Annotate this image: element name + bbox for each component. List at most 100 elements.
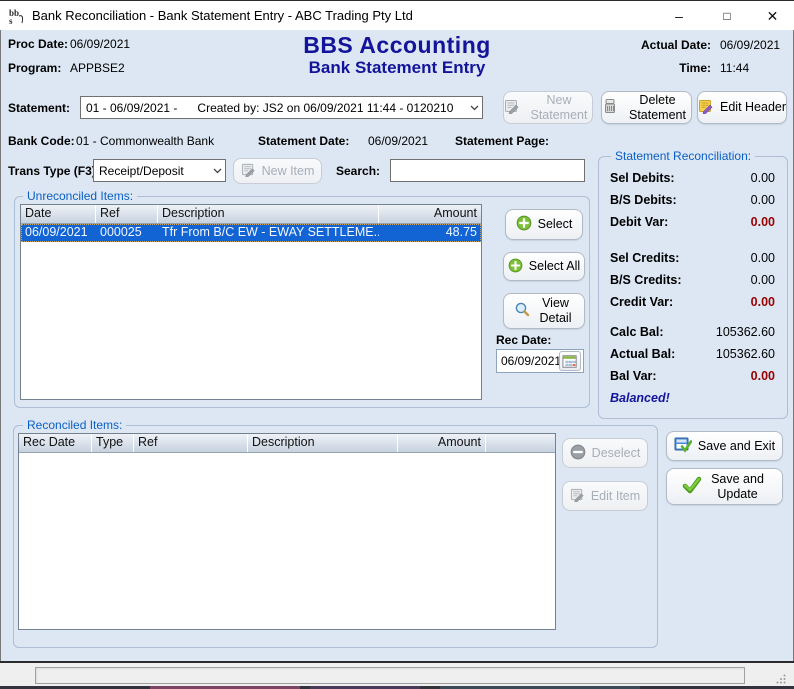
sel-debits-value: 0.00 <box>751 171 775 185</box>
statement-dropdown-value: 01 - 06/09/2021 - Created by: JS2 on 06/… <box>81 101 466 115</box>
time-label: Time: <box>641 61 711 75</box>
rec-date-input[interactable] <box>497 354 559 368</box>
bs-debits-label: B/S Debits: <box>610 193 677 207</box>
edit-icon <box>698 98 714 117</box>
bs-credits-value: 0.00 <box>751 273 775 287</box>
cell-description: Tfr From B/C EW - EWAY SETTLEME... <box>158 224 379 242</box>
plus-circle-icon <box>508 258 523 276</box>
unreconciled-items-grid: Date Ref Description Amount 06/09/2021 0… <box>20 204 482 400</box>
statement-reconciliation-group: Statement Reconciliation: Sel Debits:0.0… <box>598 156 788 419</box>
minimize-button[interactable]: – <box>655 1 703 31</box>
search-label: Search: <box>336 164 380 178</box>
column-header-ref[interactable]: Ref <box>134 434 248 452</box>
bbs-app-icon: bb s <box>8 7 26 25</box>
save-and-exit-button[interactable]: Save and Exit <box>666 431 783 461</box>
column-header-type[interactable]: Type <box>92 434 134 452</box>
status-message-panel <box>35 667 745 684</box>
sel-credits-value: 0.00 <box>751 251 775 265</box>
save-and-update-label: Save and Update <box>708 472 768 502</box>
delete-statement-label: Delete Statement <box>624 93 691 123</box>
chevron-down-icon <box>466 105 482 111</box>
statement-date-value: 06/09/2021 <box>368 134 428 148</box>
debit-var-value: 0.00 <box>751 215 775 229</box>
new-statement-button[interactable]: New Statement <box>503 91 593 124</box>
statement-reconciliation-title: Statement Reconciliation: <box>611 149 755 163</box>
edit-item-button[interactable]: Edit Item <box>562 481 648 511</box>
proc-date-label: Proc Date: <box>8 37 68 51</box>
reconciled-items-grid: Rec Date Type Ref Description Amount <box>18 433 556 630</box>
unreconciled-grid-header: Date Ref Description Amount <box>21 205 481 224</box>
date-time-block: Actual Date: 06/09/2021 Time: 11:44 <box>641 38 785 75</box>
rec-date-label: Rec Date: <box>496 333 551 347</box>
column-header-date[interactable]: Date <box>21 205 96 223</box>
bank-code-value: 01 - Commonwealth Bank <box>76 134 214 148</box>
reconciled-grid-header: Rec Date Type Ref Description Amount <box>19 434 555 453</box>
actual-bal-value: 105362.60 <box>716 347 775 361</box>
title-bar[interactable]: bb s Bank Reconciliation - Bank Statemen… <box>0 0 794 30</box>
reconciled-items-title: Reconciled Items: <box>23 418 126 432</box>
new-item-icon <box>241 162 256 180</box>
screen-title: Bank Statement Entry <box>247 58 547 78</box>
new-item-label: New Item <box>262 164 315 179</box>
calendar-icon[interactable] <box>559 351 581 371</box>
plus-circle-icon <box>516 215 532 234</box>
new-statement-label: New Statement <box>526 93 592 123</box>
trans-type-label: Trans Type (F3): <box>8 164 100 178</box>
chevron-down-icon <box>209 168 225 174</box>
select-all-button[interactable]: Select All <box>503 252 585 281</box>
trans-type-dropdown[interactable]: Receipt/Deposit <box>93 159 226 182</box>
column-header-description[interactable]: Description <box>158 205 379 223</box>
status-bar <box>0 663 794 686</box>
close-button[interactable]: ✕ <box>751 1 794 31</box>
sel-credits-label: Sel Credits: <box>610 251 679 265</box>
resize-grip[interactable] <box>776 671 786 681</box>
edit-item-icon <box>570 487 585 505</box>
bal-var-label: Bal Var: <box>610 369 657 383</box>
green-check-icon <box>682 476 702 497</box>
column-header-blank <box>486 434 555 452</box>
new-item-button[interactable]: New Item <box>233 158 322 184</box>
program-value: APPBSE2 <box>70 61 125 75</box>
column-header-rec-date[interactable]: Rec Date <box>19 434 92 452</box>
debit-var-label: Debit Var: <box>610 215 668 229</box>
deselect-label: Deselect <box>592 446 641 461</box>
save-and-update-button[interactable]: Save and Update <box>666 468 783 505</box>
column-header-ref[interactable]: Ref <box>96 205 158 223</box>
balanced-status: Balanced! <box>610 391 670 405</box>
search-input[interactable] <box>390 159 585 182</box>
bal-var-value: 0.00 <box>751 369 775 383</box>
column-header-amount[interactable]: Amount <box>398 434 486 452</box>
select-button[interactable]: Select <box>505 209 583 240</box>
actual-bal-label: Actual Bal: <box>610 347 675 361</box>
app-window: bb s Bank Reconciliation - Bank Statemen… <box>0 0 794 689</box>
deselect-button[interactable]: Deselect <box>562 438 648 468</box>
time-value: 11:44 <box>711 61 785 75</box>
credit-var-label: Credit Var: <box>610 295 673 309</box>
sel-debits-label: Sel Debits: <box>610 171 675 185</box>
cell-ref: 000025 <box>96 224 158 242</box>
edit-header-label: Edit Header <box>720 100 786 115</box>
unreconciled-items-title: Unreconciled Items: <box>23 189 137 203</box>
unreconciled-row-selected[interactable]: 06/09/2021 000025 Tfr From B/C EW - EWAY… <box>21 224 481 242</box>
trans-type-value: Receipt/Deposit <box>94 164 209 178</box>
calc-bal-value: 105362.60 <box>716 325 775 339</box>
magnifier-icon <box>514 301 531 321</box>
bank-code-label: Bank Code: <box>8 134 75 148</box>
maximize-button[interactable]: □ <box>703 1 751 31</box>
minus-circle-icon <box>570 444 586 463</box>
actual-date-label: Actual Date: <box>641 38 711 52</box>
statement-dropdown[interactable]: 01 - 06/09/2021 - Created by: JS2 on 06/… <box>80 96 483 119</box>
edit-item-label: Edit Item <box>591 489 640 504</box>
view-detail-button[interactable]: View Detail <box>503 293 585 329</box>
select-all-label: Select All <box>529 259 580 274</box>
column-header-amount[interactable]: Amount <box>379 205 481 223</box>
edit-header-button[interactable]: Edit Header <box>697 91 787 124</box>
statement-date-label: Statement Date: <box>258 134 349 148</box>
delete-statement-button[interactable]: Delete Statement <box>601 91 692 124</box>
bs-credits-label: B/S Credits: <box>610 273 682 287</box>
column-header-description[interactable]: Description <box>248 434 398 452</box>
new-statement-icon <box>504 98 520 117</box>
delete-icon <box>602 98 618 117</box>
save-exit-icon <box>674 437 692 456</box>
app-title: BBS Accounting <box>247 32 547 59</box>
